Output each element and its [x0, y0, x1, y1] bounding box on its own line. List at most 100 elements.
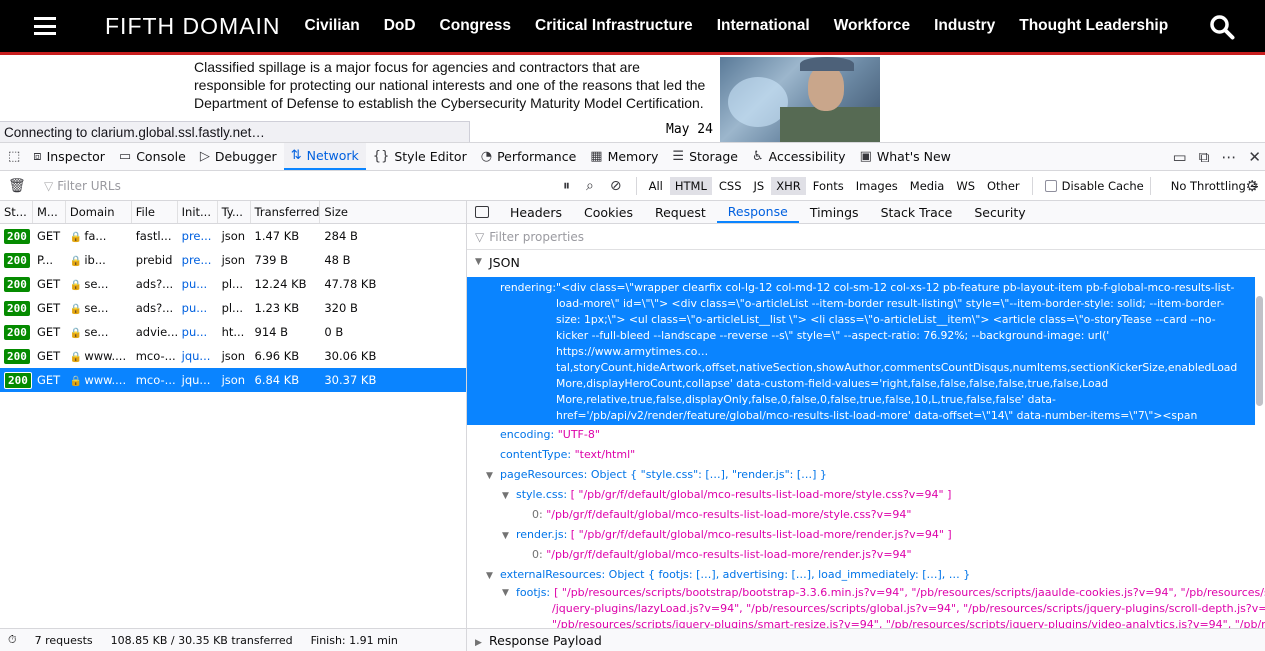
- nav-link-congress[interactable]: Congress: [440, 17, 512, 35]
- filter-images[interactable]: Images: [851, 177, 903, 195]
- table-row[interactable]: 200 GET 🔒 se... ads?... pu... pl... 12.24 KB 47.…: [0, 272, 466, 296]
- json-section-header[interactable]: ▼ JSON: [467, 250, 1265, 274]
- filter-xhr[interactable]: XHR: [771, 176, 806, 195]
- tab-whats-new[interactable]: ▣ What's New: [853, 143, 958, 170]
- nav-link-industry[interactable]: Industry: [934, 17, 995, 35]
- filter-fonts[interactable]: Fonts: [808, 177, 849, 195]
- block-icon[interactable]: ⊘: [610, 178, 622, 194]
- filter-all[interactable]: All: [644, 177, 668, 195]
- lock-icon: 🔒: [69, 232, 83, 243]
- more-options-icon[interactable]: ⋯: [1221, 148, 1236, 166]
- tab-performance[interactable]: ◔ Performance: [474, 143, 584, 170]
- responsive-design-icon[interactable]: ▭: [1173, 148, 1187, 166]
- hamburger-menu-icon[interactable]: [34, 17, 56, 35]
- json-row-contenttype[interactable]: contentType: "text/html": [467, 445, 635, 465]
- table-row[interactable]: 200 GET 🔒 se... advie... pu... ht... 914 B0 B: [0, 320, 466, 344]
- tab-memory[interactable]: ▦ Memory: [583, 143, 665, 170]
- request-rows: 200 GET 🔒 fa... fastl... pre... json 1.47 KB 284…: [0, 224, 466, 392]
- tab-cookies[interactable]: Cookies: [573, 201, 644, 223]
- nav-link-thought-leadership[interactable]: Thought Leadership: [1019, 17, 1168, 35]
- dock-side-icon[interactable]: ⧉: [1199, 148, 1210, 166]
- filter-js[interactable]: JS: [749, 177, 770, 195]
- search-icon[interactable]: ⌕: [586, 178, 594, 194]
- tab-response[interactable]: Response: [716, 201, 799, 223]
- scrollbar[interactable]: [1256, 296, 1263, 406]
- article-teaser[interactable]: Classified spillage is a major focus for…: [194, 58, 714, 112]
- json-row-pageresources[interactable]: ▼ pageResources: Object { "style.css": [……: [467, 465, 827, 486]
- prop-key: footjs:: [516, 586, 551, 599]
- cell-transferred: 1.23 KB: [254, 301, 300, 315]
- table-row[interactable]: 200 GET 🔒 se... ads?... pu... pl... 1.23 KB 320 …: [0, 296, 466, 320]
- col-method[interactable]: M...: [33, 201, 66, 223]
- element-picker-button[interactable]: ⬚: [0, 143, 26, 170]
- filter-ws[interactable]: WS: [951, 177, 980, 195]
- prop-key: 0:: [532, 548, 543, 561]
- json-row-renderjs[interactable]: ▼ render.js: [ "/pb/gr/f/default/global/m…: [467, 525, 952, 546]
- col-size[interactable]: Size: [320, 201, 466, 223]
- nav-link-workforce[interactable]: Workforce: [834, 17, 910, 35]
- json-row-stylecss[interactable]: ▼ style.css: [ "/pb/gr/f/default/global/m…: [467, 485, 951, 506]
- site-logo[interactable]: FIFTH DOMAIN: [105, 13, 281, 40]
- col-initiator[interactable]: Init...: [178, 201, 218, 223]
- close-icon[interactable]: ✕: [1248, 148, 1261, 166]
- cell-domain: 🔒 se...: [66, 277, 132, 291]
- network-summary-bar: ⏱ 7 requests 108.85 KB / 30.35 KB transf…: [0, 628, 1265, 651]
- tab-accessibility[interactable]: ♿ Accessibility: [745, 143, 853, 170]
- tab-timings[interactable]: Timings: [799, 201, 870, 223]
- filter-properties-input[interactable]: ▽ Filter properties: [467, 224, 1265, 250]
- pause-icon[interactable]: ⏸: [563, 178, 570, 194]
- tab-request[interactable]: Request: [644, 201, 717, 223]
- response-panel: Headers Cookies Request Response Timings…: [467, 201, 1265, 628]
- json-row-renderjs-0[interactable]: 0: "/pb/gr/f/default/global/mco-results-…: [467, 545, 912, 565]
- nav-link-civilian[interactable]: Civilian: [305, 17, 360, 35]
- nav-link-dod[interactable]: DoD: [384, 17, 416, 35]
- json-row-footjs[interactable]: ▼ footjs:[ "/pb/resources/scripts/bootstr…: [467, 585, 1265, 628]
- nav-link-critical-infrastructure[interactable]: Critical Infrastructure: [535, 17, 693, 35]
- tab-debugger[interactable]: ▷ Debugger: [193, 143, 284, 170]
- prop-value: [ "/pb/resources/scripts/bootstrap/boots…: [554, 586, 1265, 599]
- json-row-externalresources[interactable]: ▼ externalResources: Object { footjs: […]…: [467, 565, 970, 586]
- response-payload-toggle[interactable]: ▶ Response Payload: [467, 633, 602, 648]
- col-type[interactable]: Ty...: [218, 201, 251, 223]
- article-image[interactable]: [720, 57, 880, 142]
- search-icon[interactable]: [1209, 14, 1235, 40]
- rendering-property-selected[interactable]: rendering:"<div class=\"wrapper clearfix…: [467, 277, 1255, 438]
- tab-storage[interactable]: ☰ Storage: [665, 143, 745, 170]
- col-transferred[interactable]: Transferred: [251, 201, 321, 223]
- status-badge: 200: [4, 228, 30, 244]
- clear-trash-icon[interactable]: 🗑: [8, 178, 26, 194]
- tab-security[interactable]: Security: [963, 201, 1036, 223]
- json-row-encoding[interactable]: encoding: "UTF-8": [467, 425, 600, 445]
- json-row-stylecss-0[interactable]: 0: "/pb/gr/f/default/global/mco-results-…: [467, 505, 911, 525]
- gear-icon[interactable]: ⚙: [1246, 177, 1259, 195]
- col-status[interactable]: St...: [0, 201, 33, 223]
- nav-link-international[interactable]: International: [717, 17, 810, 35]
- tab-style-editor[interactable]: {} Style Editor: [366, 143, 474, 170]
- filter-css[interactable]: CSS: [714, 177, 747, 195]
- col-domain[interactable]: Domain: [66, 201, 132, 223]
- filter-other[interactable]: Other: [982, 177, 1025, 195]
- col-file[interactable]: File: [132, 201, 178, 223]
- tab-network[interactable]: ⇅ Network: [283, 143, 366, 170]
- prop-value: Object { footjs: […], advertising: […], …: [608, 568, 971, 581]
- filter-media[interactable]: Media: [905, 177, 950, 195]
- prop-value-cont: /jquery-plugins/lazyLoad.js?v=94", "/pb/…: [552, 602, 1265, 615]
- filter-urls-input[interactable]: Filter URLs: [57, 179, 121, 193]
- filter-html[interactable]: HTML: [669, 176, 712, 195]
- devtools-toolbar: ⬚ ⧈ Inspector ▭ Console ▷ Debugger ⇅ Network…: [0, 142, 1265, 171]
- tab-inspector[interactable]: ⧈ Inspector: [26, 143, 112, 170]
- cell-transferred: 739 B: [254, 253, 289, 267]
- table-row[interactable]: 200 GET 🔒 www.... mco-... jqu... json 6.84 KB 30…: [0, 368, 466, 392]
- table-row[interactable]: 200 GET 🔒 www.... mco-... jqu... json 6.96 KB 30…: [0, 344, 466, 368]
- detail-tabs: Headers Cookies Request Response Timings…: [467, 201, 1265, 224]
- domain-text: fa...: [84, 229, 107, 243]
- disable-cache-checkbox[interactable]: Disable Cache: [1044, 179, 1144, 193]
- tab-console[interactable]: ▭ Console: [112, 143, 193, 170]
- domain-text: se...: [84, 301, 109, 315]
- cell-transferred: 1.47 KB: [254, 229, 300, 243]
- tab-headers[interactable]: Headers: [499, 201, 573, 223]
- tab-stack-trace[interactable]: Stack Trace: [870, 201, 964, 223]
- toggle-sidebar-icon[interactable]: [475, 206, 489, 218]
- table-row[interactable]: 200 P... 🔒 ib... prebid pre... json 739 B 48 B: [0, 248, 466, 272]
- table-row[interactable]: 200 GET 🔒 fa... fastl... pre... json 1.47 KB 284…: [0, 224, 466, 248]
